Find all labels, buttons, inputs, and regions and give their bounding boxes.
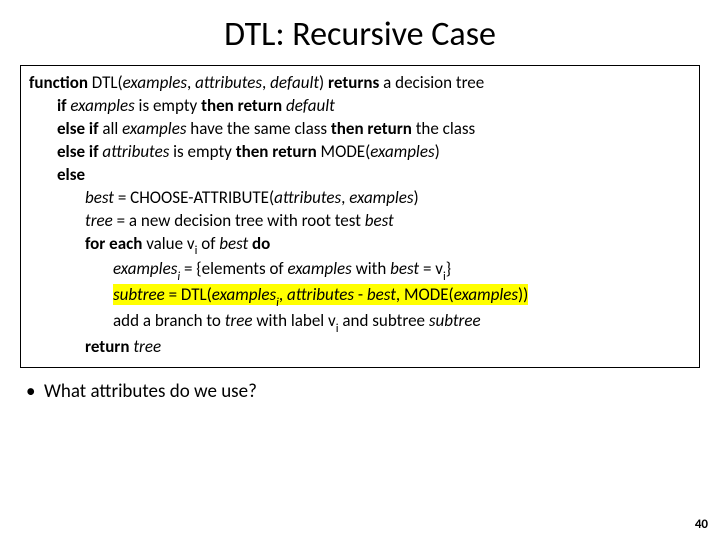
algo-line-2: if examples is empty then return default	[29, 95, 691, 118]
bullet-item: •What attributes do we use?	[18, 368, 702, 403]
slide-title: DTL: Recursive Case	[18, 10, 702, 65]
algo-line-10-highlighted: subtree = DTL(examplesi, attributes - be…	[29, 284, 691, 310]
algorithm-box: function DTL(examples, attributes, defau…	[20, 65, 700, 368]
algo-line-6: best = CHOOSE-ATTRIBUTE(attributes, exam…	[29, 187, 691, 210]
algo-line-3: else if all examples have the same class…	[29, 118, 691, 141]
algo-line-8: for each value vi of best do	[29, 233, 691, 259]
algo-line-4: else if attributes is empty then return …	[29, 141, 691, 164]
algo-line-11: add a branch to tree with label vi and s…	[29, 310, 691, 336]
algo-line-12: return tree	[29, 336, 691, 359]
algo-line-7: tree = a new decision tree with root tes…	[29, 210, 691, 233]
algo-line-9: examplesi = {elements of examples with b…	[29, 258, 691, 284]
slide: DTL: Recursive Case function DTL(example…	[0, 0, 720, 403]
algo-line-1: function DTL(examples, attributes, defau…	[29, 72, 691, 95]
page-number: 40	[695, 517, 708, 532]
bullet-dot: •	[26, 380, 44, 403]
bullet-text: What attributes do we use?	[44, 380, 257, 403]
algo-line-5: else	[29, 164, 691, 187]
